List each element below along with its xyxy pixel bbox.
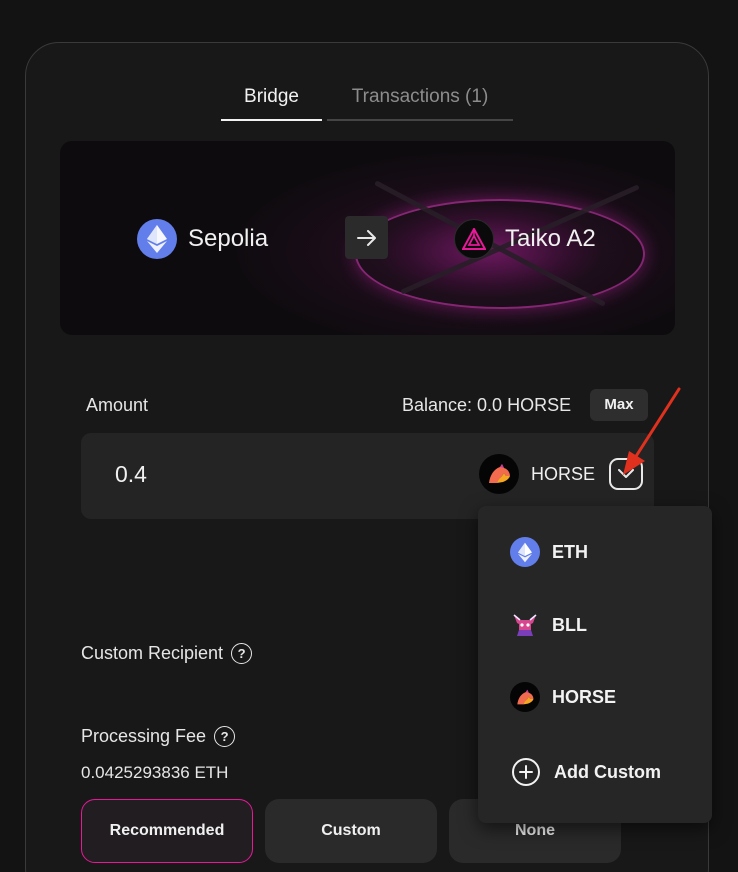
annotation-arrow-icon xyxy=(623,387,681,475)
add-custom-label: Add Custom xyxy=(554,761,661,782)
fee-option-recommended[interactable]: Recommended xyxy=(81,799,253,863)
token-dropdown-menu: ETH BLL HORSE Add Custom xyxy=(478,506,712,823)
fee-option-custom[interactable]: Custom xyxy=(265,799,437,863)
chain-banner: Sepolia Taiko A2 xyxy=(60,141,675,335)
bull-icon xyxy=(510,610,540,640)
tab-bridge[interactable]: Bridge xyxy=(221,85,322,121)
switch-chains-button[interactable] xyxy=(345,216,388,259)
custom-recipient-toggle[interactable]: Custom Recipient ? xyxy=(81,643,253,664)
processing-fee-value: 0.0425293836 ETH xyxy=(81,763,229,782)
horse-icon xyxy=(479,454,519,494)
token-option-label: HORSE xyxy=(552,686,617,707)
tab-bar: Bridge Transactions (1) xyxy=(221,85,521,121)
token-option-bll[interactable]: BLL xyxy=(510,610,587,640)
selected-token-name: HORSE xyxy=(531,463,596,484)
token-option-label: BLL xyxy=(552,614,587,635)
token-option-label: ETH xyxy=(552,541,588,562)
help-icon[interactable]: ? xyxy=(231,643,253,664)
help-icon[interactable]: ? xyxy=(214,726,236,747)
tab-transactions[interactable]: Transactions (1) xyxy=(327,85,513,121)
arrow-right-icon xyxy=(356,229,376,246)
token-option-eth[interactable]: ETH xyxy=(510,537,588,567)
ethereum-icon xyxy=(137,219,177,259)
processing-fee-label: Processing Fee xyxy=(81,726,207,746)
destination-chain-name: Taiko A2 xyxy=(505,225,596,252)
horse-icon xyxy=(510,682,540,712)
taiko-icon xyxy=(454,219,494,259)
destination-chain-selector[interactable]: Taiko A2 xyxy=(454,219,596,259)
source-chain-name: Sepolia xyxy=(188,225,269,252)
plus-icon xyxy=(512,758,540,786)
custom-recipient-label: Custom Recipient xyxy=(81,643,224,663)
source-chain-selector[interactable]: Sepolia xyxy=(137,219,268,259)
processing-fee-header: Processing Fee ? xyxy=(81,726,236,747)
balance-text: Balance: 0.0 HORSE xyxy=(402,395,572,415)
amount-label: Amount xyxy=(86,395,149,415)
amount-input[interactable]: 0.4 xyxy=(115,461,147,488)
token-option-horse[interactable]: HORSE xyxy=(510,682,616,712)
add-custom-token-button[interactable]: Add Custom xyxy=(512,758,661,786)
ethereum-icon xyxy=(510,537,540,567)
